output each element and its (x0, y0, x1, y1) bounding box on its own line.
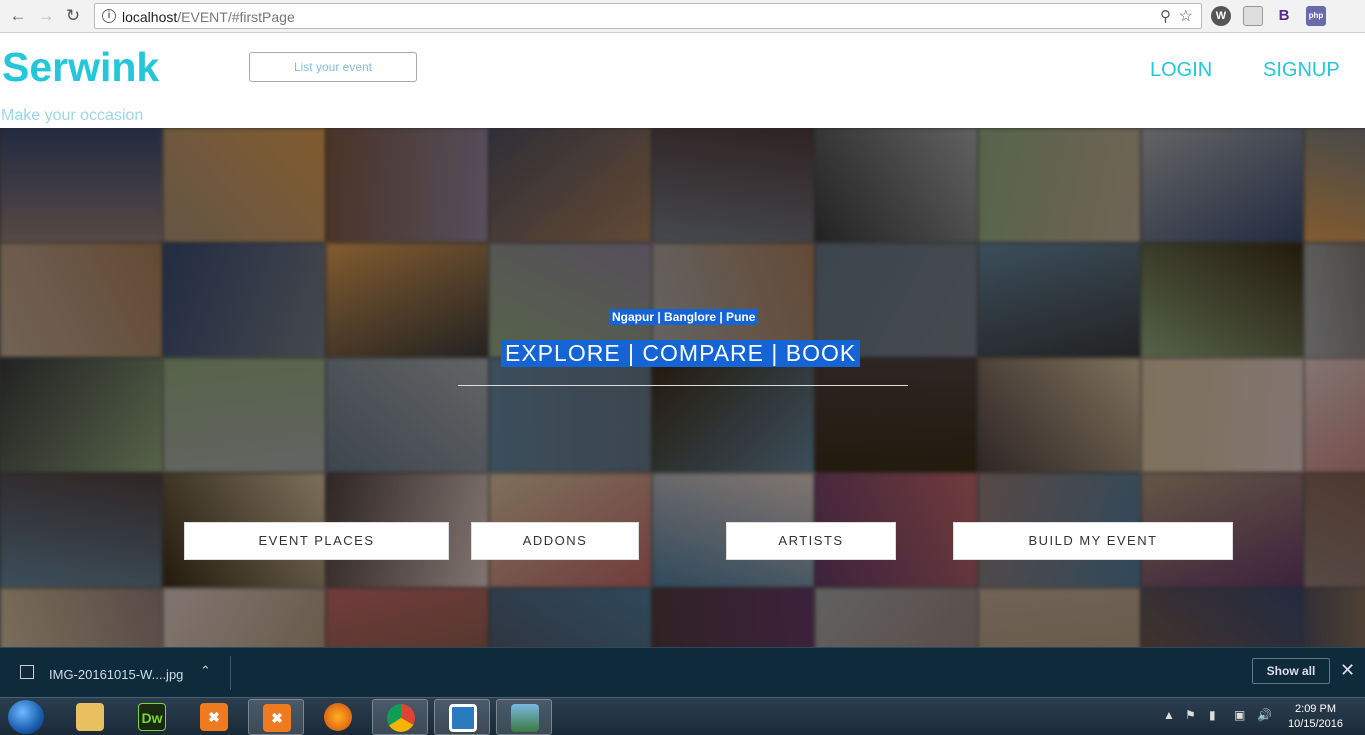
flag-icon[interactable]: ⚑ (1185, 708, 1196, 722)
addons-button[interactable]: ADDONS (471, 522, 639, 560)
cities-text: Ngapur | Banglore | Pune (609, 309, 759, 325)
build-my-event-button[interactable]: BUILD MY EVENT (953, 522, 1233, 560)
chevron-up-icon[interactable]: ⌃ (200, 663, 211, 679)
login-link[interactable]: LOGIN (1150, 59, 1212, 82)
start-button[interactable] (8, 700, 44, 734)
site-header: Serwink Make your occasion List your eve… (0, 34, 1365, 128)
artists-button[interactable]: ARTISTS (726, 522, 896, 560)
show-hidden-icons[interactable]: ▲ (1163, 708, 1175, 722)
xampp-icon: ✖ (263, 704, 291, 732)
show-all-button[interactable]: Show all (1252, 658, 1330, 684)
url-host: localhost (122, 9, 178, 25)
event-places-button[interactable]: EVENT PLACES (184, 522, 449, 560)
system-clock[interactable]: 2:09 PM 10/15/2016 (1278, 702, 1353, 732)
download-file-name[interactable]: IMG-20161015-W....jpg (49, 667, 183, 682)
taskbar-photo-viewer[interactable] (496, 699, 552, 735)
hero-banner: Ngapur | Banglore | Pune EXPLORE | COMPA… (0, 128, 1365, 647)
clock-time: 2:09 PM (1295, 703, 1336, 715)
php-icon[interactable]: php (1306, 6, 1326, 26)
divider (230, 656, 231, 690)
browser-toolbar: ← → ↻ i localhost/EVENT/#firstPage ⚲ ☆ W… (0, 0, 1365, 33)
url-path: /EVENT/#firstPage (177, 9, 295, 25)
taskbar-chrome[interactable] (372, 699, 428, 735)
photo-viewer-icon (511, 704, 539, 732)
download-bar: IMG-20161015-W....jpg ⌃ Show all ✕ (0, 647, 1365, 697)
volume-icon[interactable]: 🔊 (1257, 708, 1272, 722)
tagline: Make your occasion (1, 107, 144, 124)
hero-divider (458, 385, 908, 386)
close-icon[interactable]: ✕ (1340, 660, 1355, 681)
zoom-icon[interactable]: ⚲ (1160, 7, 1171, 25)
hero-overlay (0, 128, 1365, 647)
file-explorer-icon (76, 703, 104, 731)
taskbar-xampp-1[interactable]: ✖ (186, 699, 242, 735)
url-text: localhost/EVENT/#firstPage (122, 9, 295, 25)
page-icon[interactable] (1243, 6, 1263, 26)
image-file-icon (20, 665, 34, 679)
taskbar-firefox[interactable] (310, 699, 366, 735)
taskbar-brackets[interactable] (434, 699, 490, 735)
windows-taskbar: Dw ✖ ✖ ▲ ⚑ ▮ ▣ 🔊 2:09 PM 10/15/2016 (0, 697, 1365, 735)
taskbar-file-explorer[interactable] (62, 699, 118, 735)
firefox-icon (324, 703, 352, 731)
reload-icon[interactable]: ↻ (61, 4, 85, 28)
network-icon[interactable]: ▣ (1234, 708, 1245, 722)
info-icon[interactable]: i (102, 9, 116, 23)
bootstrap-icon[interactable]: B (1274, 6, 1294, 26)
taskbar-dreamweaver[interactable]: Dw (124, 699, 180, 735)
signup-link[interactable]: SIGNUP (1263, 59, 1340, 82)
taskbar-xampp-2[interactable]: ✖ (248, 699, 304, 735)
slogan-heading: EXPLORE | COMPARE | BOOK (501, 340, 861, 367)
xampp-icon: ✖ (200, 703, 228, 731)
chrome-icon (387, 704, 415, 732)
forward-icon[interactable]: → (34, 4, 58, 28)
bookmark-star-icon[interactable]: ☆ (1179, 6, 1193, 26)
clock-date: 10/15/2016 (1287, 718, 1344, 730)
wordpress-icon[interactable]: W (1211, 6, 1231, 26)
back-icon[interactable]: ← (6, 4, 30, 28)
address-bar[interactable]: i localhost/EVENT/#firstPage ⚲ ☆ (94, 3, 1202, 29)
brackets-icon (449, 704, 477, 732)
battery-icon[interactable]: ▮ (1209, 708, 1216, 722)
site-logo[interactable]: Serwink (2, 44, 159, 91)
dreamweaver-icon: Dw (138, 703, 166, 731)
list-event-button[interactable]: List your event (249, 52, 417, 82)
